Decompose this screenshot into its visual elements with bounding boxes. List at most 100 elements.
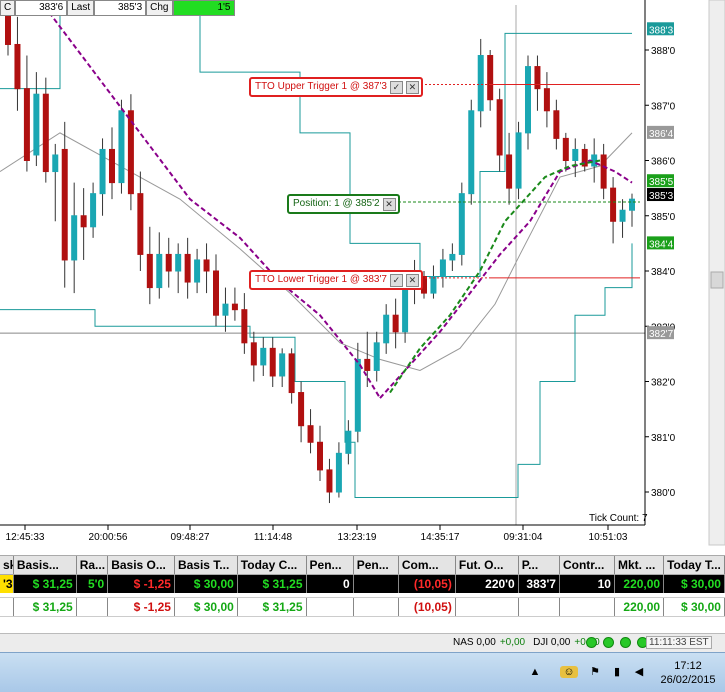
y-tick-label: 388'0 <box>651 46 676 57</box>
candle-body <box>213 270 219 316</box>
candle-body <box>241 309 248 344</box>
close-icon[interactable]: ✕ <box>405 80 419 94</box>
candle-body <box>534 66 541 90</box>
grid-column-header[interactable]: Contr... <box>560 556 615 574</box>
candle-body <box>572 148 579 161</box>
connection-status-icon <box>603 637 614 648</box>
app-tray-icon[interactable]: ☺ <box>560 666 578 678</box>
tick-count-label: Tick Count: 7 <box>589 513 648 524</box>
candle-body <box>99 148 106 195</box>
position-label: Position: 1 @ 385'2 <box>293 198 380 209</box>
y-tick-label: 382'0 <box>651 378 676 389</box>
candle-body <box>156 253 163 289</box>
grid-column-header[interactable]: Today C... <box>238 556 307 574</box>
server-time: 11:11:33 EST <box>646 636 712 649</box>
volume-icon[interactable]: ◀ <box>632 666 646 678</box>
grid-column-header[interactable]: sk <box>0 556 14 574</box>
grid-column-header[interactable]: Ra... <box>77 556 109 574</box>
upper-trigger-order[interactable]: TTO Upper Trigger 1 @ 387'3 ✓ ✕ <box>249 77 423 97</box>
status-bar: NAS 0,00 +0,00 DJI 0,00 +0,00 11:11:33 E… <box>0 633 725 652</box>
price-tag-label: 385'5 <box>649 177 674 188</box>
grid-total-cell <box>307 598 354 616</box>
close-icon[interactable]: ✕ <box>382 197 396 211</box>
x-tick-label: 09:48:27 <box>171 532 210 543</box>
last-label: Last <box>67 0 95 16</box>
dji-label: DJI 0,00 <box>533 637 571 648</box>
grid-total-cell <box>77 598 109 616</box>
close-icon[interactable]: ✕ <box>405 273 419 287</box>
y-tick-label: 381'0 <box>651 433 676 444</box>
grid-column-header[interactable]: Fut. O... <box>456 556 519 574</box>
confirm-icon[interactable]: ✓ <box>389 273 403 287</box>
candle-body <box>194 259 201 283</box>
clock-time: 17:12 <box>674 660 702 672</box>
candle-body <box>335 452 342 493</box>
y-tick-label: 384'0 <box>651 267 676 278</box>
grid-cell: 5'0 <box>76 575 109 593</box>
symbol-info-bar: C 383'6 Last 385'3 Chg 1'5 <box>0 0 235 16</box>
position-order[interactable]: Position: 1 @ 385'2 ✕ <box>287 194 400 214</box>
scrollbar-thumb[interactable] <box>710 271 724 289</box>
close-value: 383'6 <box>15 0 68 16</box>
candle-body <box>269 347 276 377</box>
grid-column-header[interactable]: Mkt. ... <box>615 556 665 574</box>
grid-data-row[interactable]: '3 $ 31,25 5'0 $ -1,25 $ 30,00 $ 31,25 0 (10,05… <box>0 575 725 593</box>
grid-cell: 10 <box>559 575 615 593</box>
x-tick-label: 10:51:03 <box>589 532 628 543</box>
grid-column-header[interactable]: Basis T... <box>175 556 238 574</box>
candle-body <box>288 353 295 394</box>
grid-total-cell <box>354 598 399 616</box>
candle-body <box>619 209 626 222</box>
action-center-icon[interactable]: ⚑ <box>588 666 602 678</box>
confirm-icon[interactable]: ✓ <box>389 80 403 94</box>
candle-body <box>137 193 144 255</box>
candle-body <box>600 154 607 189</box>
positions-grid: skBasis...Ra...Basis O...Basis T...Today… <box>0 555 725 623</box>
grid-total-cell: $ 30,00 <box>175 598 238 616</box>
price-tag-label: 385'3 <box>649 191 674 202</box>
grid-column-header[interactable]: Com... <box>399 556 456 574</box>
candle-body <box>231 303 238 311</box>
nas-change: +0,00 <box>499 637 526 648</box>
last-value: 385'3 <box>94 0 147 16</box>
upper-trigger-label: TTO Upper Trigger 1 @ 387'3 <box>255 81 387 92</box>
grid-cell: (10,05) <box>398 575 456 593</box>
candle-body <box>430 276 437 294</box>
candle-body <box>439 259 446 278</box>
price-tag-label: 384'4 <box>649 239 674 250</box>
candle-body <box>42 93 49 173</box>
grid-column-header[interactable]: Pen... <box>307 556 354 574</box>
candle-body <box>373 342 380 371</box>
candle-body <box>118 110 125 184</box>
taskbar-clock[interactable]: 17:12 26/02/2015 <box>658 659 718 687</box>
chevron-up-icon[interactable]: ▲ <box>528 666 542 678</box>
candle-body <box>458 193 465 255</box>
lower-trigger-label: TTO Lower Trigger 1 @ 383'7 <box>255 274 387 285</box>
grid-column-header[interactable]: P... <box>519 556 560 574</box>
grid-column-header[interactable]: Basis O... <box>108 556 175 574</box>
candle-body <box>506 154 513 189</box>
candle-body <box>515 132 522 189</box>
grid-cell: 383'7 <box>518 575 560 593</box>
grid-total-cell <box>519 598 560 616</box>
candle-body <box>364 358 371 371</box>
network-icon[interactable]: ▮ <box>610 666 624 678</box>
candle-body <box>175 253 182 272</box>
candle-body <box>109 148 115 184</box>
y-tick-label: 386'0 <box>651 157 676 168</box>
candle-body <box>610 187 617 222</box>
grid-cell: $ -1,25 <box>108 575 175 593</box>
candle-body <box>562 137 569 161</box>
change-label: Chg <box>146 0 173 16</box>
candle-body <box>468 110 475 195</box>
grid-column-header[interactable]: Basis... <box>14 556 77 574</box>
close-label: C <box>0 0 16 16</box>
x-tick-label: 09:31:04 <box>504 532 543 543</box>
price-tag-label: 388'3 <box>649 25 674 36</box>
grid-column-header[interactable]: Pen... <box>354 556 399 574</box>
lower-trigger-order[interactable]: TTO Lower Trigger 1 @ 383'7 ✓ ✕ <box>249 270 423 290</box>
grid-column-header[interactable]: Today T... <box>664 556 725 574</box>
grid-cell: $ 31,25 <box>13 575 77 593</box>
nas-label: NAS 0,00 <box>453 637 496 648</box>
candle-body <box>525 66 531 134</box>
